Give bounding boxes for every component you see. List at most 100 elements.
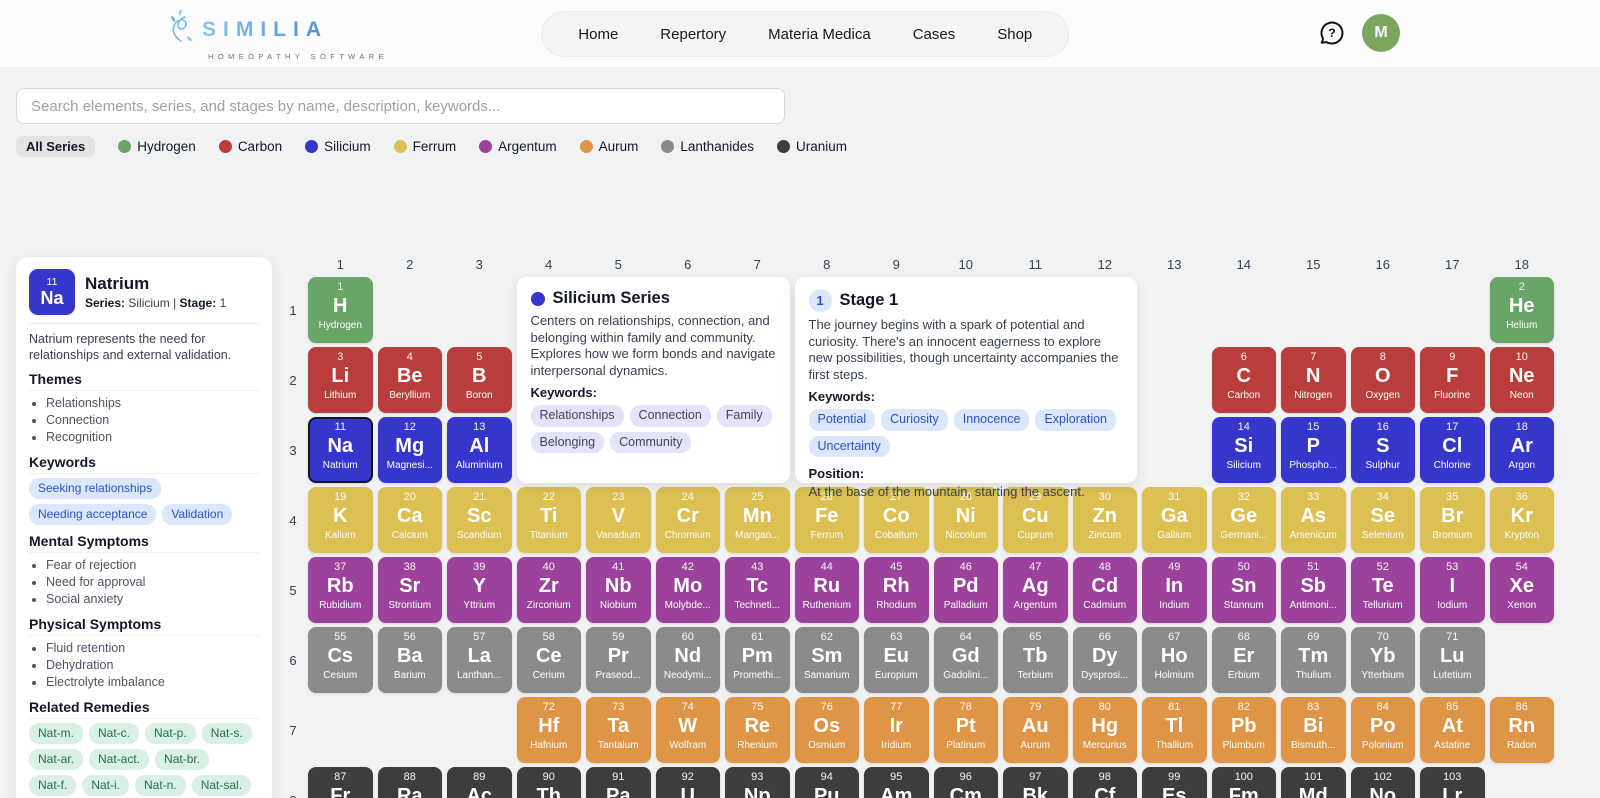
element-tile-am[interactable]: 95AmAmericium — [864, 767, 929, 798]
element-tile-nb[interactable]: 41 Nb Niobium — [586, 557, 651, 623]
legend-item-uranium[interactable]: Uranium — [776, 139, 847, 154]
remedy-pill-nat-ar-[interactable]: Nat-ar. — [29, 749, 84, 770]
element-tile-ba[interactable]: 56 Ba Barium — [377, 627, 442, 693]
element-tile-ho[interactable]: 67 Ho Holmium — [1142, 627, 1207, 693]
element-tile-re[interactable]: 75 Re Rhenium — [725, 697, 790, 763]
remedy-pill-nat-n-[interactable]: Nat-n. — [135, 775, 186, 796]
element-tile-bi[interactable]: 83 Bi Bismuth... — [1281, 697, 1346, 763]
element-tile-pm[interactable]: 61 Pm Promethi... — [725, 627, 790, 693]
remedy-pill-nat-br-[interactable]: Nat-br. — [155, 749, 210, 770]
legend-item-argentum[interactable]: Argentum — [479, 139, 557, 154]
element-tile-ir[interactable]: 77 Ir Iridium — [864, 697, 929, 763]
element-tile-ag[interactable]: 47 Ag Argentum — [1003, 557, 1068, 623]
nav-item-repertory[interactable]: Repertory — [660, 26, 726, 43]
element-tile-sb[interactable]: 51 Sb Antimoni... — [1281, 557, 1346, 623]
element-tile-w[interactable]: 74 W Wolfram — [655, 697, 720, 763]
remedy-pill-nat-i-[interactable]: Nat-i. — [82, 775, 130, 796]
element-tile-lu[interactable]: 71 Lu Lutetium — [1420, 627, 1485, 693]
element-tile-pb[interactable]: 82 Pb Plumbum — [1211, 697, 1276, 763]
help-icon[interactable]: ? — [1318, 19, 1346, 47]
element-tile-ru[interactable]: 44 Ru Ruthenium — [794, 557, 859, 623]
element-tile-as[interactable]: 33 As Arsenicum — [1281, 487, 1346, 553]
element-tile-xe[interactable]: 54 Xe Xenon — [1489, 557, 1554, 623]
remedy-pill-nat-c-[interactable]: Nat-c. — [89, 723, 140, 744]
element-tile-p[interactable]: 15 P Phospho... — [1281, 417, 1346, 483]
element-tile-rn[interactable]: 86 Rn Radon — [1489, 697, 1554, 763]
element-tile-th[interactable]: 90ThThorium — [516, 767, 581, 798]
element-tile-fr[interactable]: 87FrFrancium — [308, 767, 373, 798]
element-tile-es[interactable]: 99EsEinsteini... — [1142, 767, 1207, 798]
element-tile-sm[interactable]: 62 Sm Samarium — [794, 627, 859, 693]
remedy-pill-nat-f-[interactable]: Nat-f. — [29, 775, 77, 796]
element-tile-cr[interactable]: 24 Cr Chromium — [655, 487, 720, 553]
element-tile-y[interactable]: 39 Y Yttrium — [447, 557, 512, 623]
element-tile-n[interactable]: 7 N Nitrogen — [1281, 347, 1346, 413]
element-tile-rh[interactable]: 45 Rh Rhodium — [864, 557, 929, 623]
element-tile-ra[interactable]: 88RaRadium — [377, 767, 442, 798]
element-tile-tm[interactable]: 69 Tm Thulium — [1281, 627, 1346, 693]
element-tile-tl[interactable]: 81 Tl Thallium — [1142, 697, 1207, 763]
element-tile-o[interactable]: 8 O Oxygen — [1350, 347, 1415, 413]
element-tile-ac[interactable]: 89AcActinium — [447, 767, 512, 798]
element-tile-c[interactable]: 6 C Carbon — [1211, 347, 1276, 413]
element-tile-pd[interactable]: 46 Pd Palladium — [933, 557, 998, 623]
element-tile-cd[interactable]: 48 Cd Cadmium — [1072, 557, 1137, 623]
element-tile-pt[interactable]: 78 Pt Platinum — [933, 697, 998, 763]
element-tile-pa[interactable]: 91PaProtactin... — [586, 767, 651, 798]
element-tile-fm[interactable]: 100FmFermium — [1211, 767, 1276, 798]
element-tile-md[interactable]: 101MdMendele... — [1281, 767, 1346, 798]
element-tile-er[interactable]: 68 Er Erbium — [1211, 627, 1276, 693]
element-tile-se[interactable]: 34 Se Selenium — [1350, 487, 1415, 553]
element-tile-i[interactable]: 53 I Iodium — [1420, 557, 1485, 623]
legend-item-carbon[interactable]: Carbon — [218, 139, 282, 154]
element-tile-li[interactable]: 3 Li Lithium — [308, 347, 373, 413]
element-tile-pu[interactable]: 94PuPlutonium — [794, 767, 859, 798]
element-tile-ge[interactable]: 32 Ge Germani... — [1211, 487, 1276, 553]
element-tile-sr[interactable]: 38 Sr Strontium — [377, 557, 442, 623]
element-tile-br[interactable]: 35 Br Bromium — [1420, 487, 1485, 553]
element-tile-na[interactable]: 11 Na Natrium — [308, 417, 373, 483]
element-tile-gd[interactable]: 64 Gd Gadolini... — [933, 627, 998, 693]
legend-item-lanthanides[interactable]: Lanthanides — [661, 139, 754, 154]
element-tile-kr[interactable]: 36 Kr Krypton — [1489, 487, 1554, 553]
element-tile-b[interactable]: 5 B Boron — [447, 347, 512, 413]
element-tile-hf[interactable]: 72 Hf Hafnium — [516, 697, 581, 763]
element-tile-in[interactable]: 49 In Indium — [1142, 557, 1207, 623]
element-tile-be[interactable]: 4 Be Beryllium — [377, 347, 442, 413]
element-tile-ce[interactable]: 58 Ce Cerium — [516, 627, 581, 693]
nav-item-materia-medica[interactable]: Materia Medica — [768, 26, 871, 43]
element-tile-ne[interactable]: 10 Ne Neon — [1489, 347, 1554, 413]
element-tile-cm[interactable]: 96CmCurium — [933, 767, 998, 798]
element-tile-mg[interactable]: 12 Mg Magnesi... — [377, 417, 442, 483]
element-tile-ar[interactable]: 18 Ar Argon — [1489, 417, 1554, 483]
element-tile-rb[interactable]: 37 Rb Rubidium — [308, 557, 373, 623]
element-tile-at[interactable]: 85 At Astatine — [1420, 697, 1485, 763]
element-tile-pr[interactable]: 59 Pr Praseod... — [586, 627, 651, 693]
element-tile-yb[interactable]: 70 Yb Ytterbium — [1350, 627, 1415, 693]
element-tile-s[interactable]: 16 S Sulphur — [1350, 417, 1415, 483]
search-input[interactable] — [16, 88, 785, 124]
nav-item-home[interactable]: Home — [578, 26, 618, 43]
element-tile-h[interactable]: 1 H Hydrogen — [308, 277, 373, 343]
legend-item-aurum[interactable]: Aurum — [579, 139, 638, 154]
element-tile-sc[interactable]: 21 Sc Scandium — [447, 487, 512, 553]
element-tile-au[interactable]: 79 Au Aurum — [1003, 697, 1068, 763]
element-tile-tc[interactable]: 43 Tc Techneti... — [725, 557, 790, 623]
nav-item-cases[interactable]: Cases — [913, 26, 956, 43]
element-tile-hg[interactable]: 80 Hg Mercurius — [1072, 697, 1137, 763]
remedy-pill-nat-act-[interactable]: Nat-act. — [89, 749, 150, 770]
element-tile-si[interactable]: 14 Si Silicium — [1211, 417, 1276, 483]
element-tile-u[interactable]: 92UUranium — [655, 767, 720, 798]
element-tile-nd[interactable]: 60 Nd Neodymi... — [655, 627, 720, 693]
element-tile-np[interactable]: 93NpNeptunium — [725, 767, 790, 798]
element-tile-he[interactable]: 2 He Helium — [1489, 277, 1554, 343]
user-avatar[interactable]: M — [1362, 14, 1400, 52]
element-tile-lr[interactable]: 103LrLawrenci... — [1420, 767, 1485, 798]
element-tile-f[interactable]: 9 F Fluorine — [1420, 347, 1485, 413]
remedy-pill-nat-p-[interactable]: Nat-p. — [145, 723, 196, 744]
element-tile-cl[interactable]: 17 Cl Chlorine — [1420, 417, 1485, 483]
remedy-pill-nat-sal-[interactable]: Nat-sal. — [191, 775, 252, 796]
element-tile-al[interactable]: 13 Al Aluminium — [447, 417, 512, 483]
remedy-pill-nat-s-[interactable]: Nat-s. — [201, 723, 252, 744]
element-tile-la[interactable]: 57 La Lanthan... — [447, 627, 512, 693]
